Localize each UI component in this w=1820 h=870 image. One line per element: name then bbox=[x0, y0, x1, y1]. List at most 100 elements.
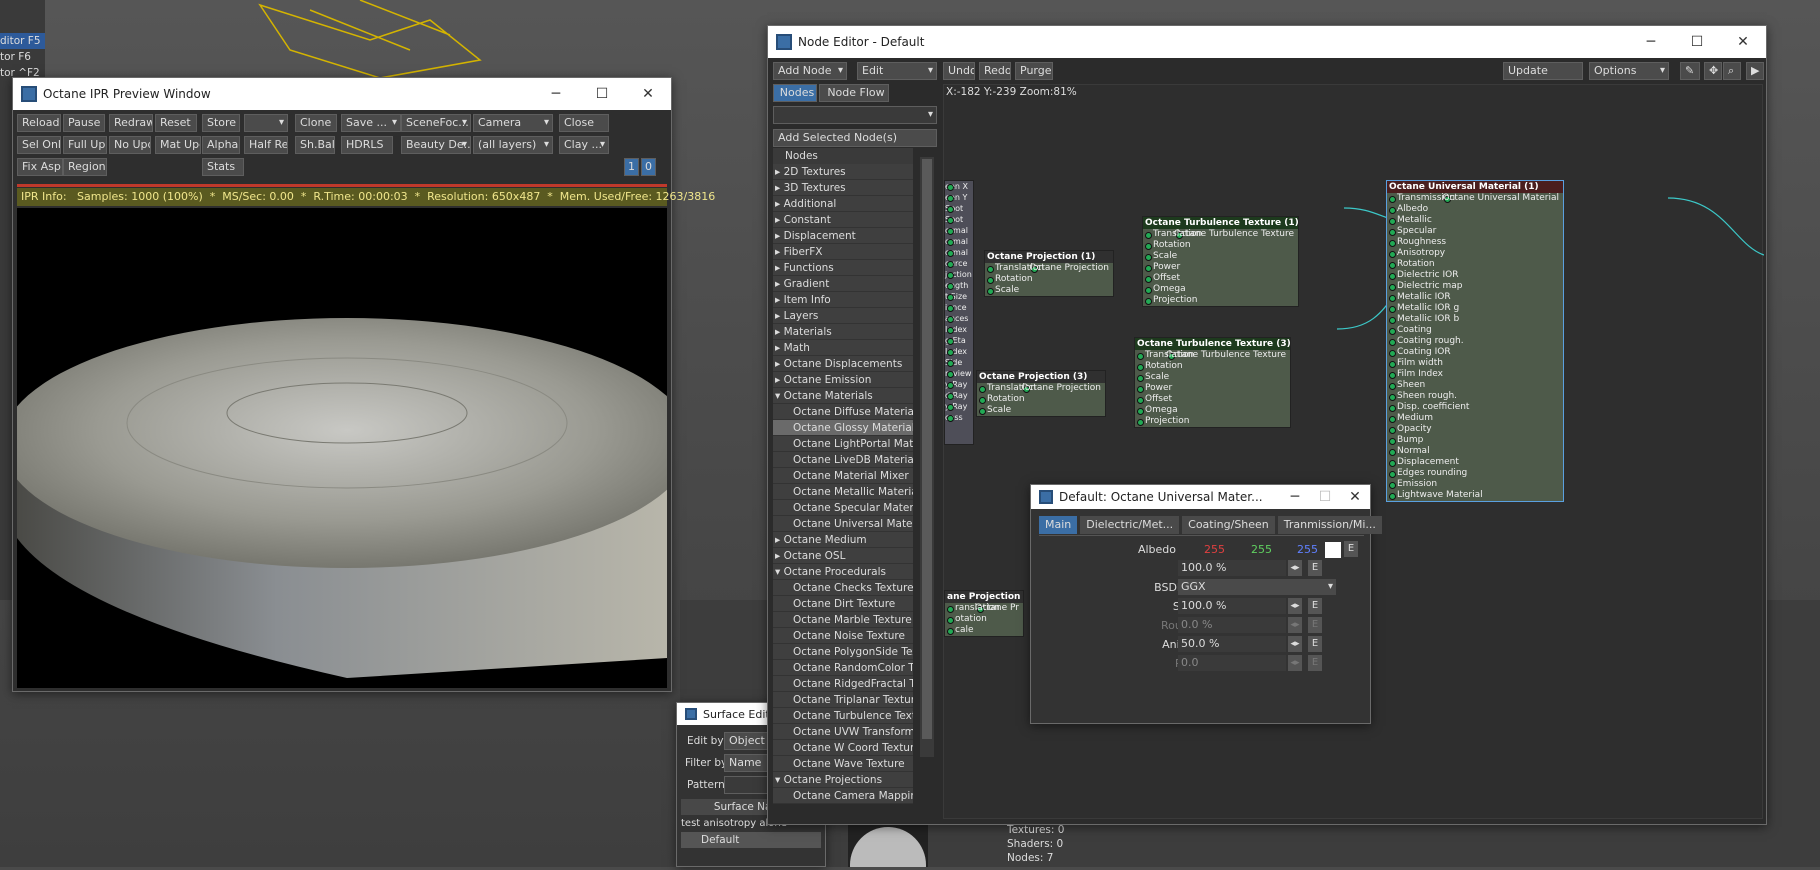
stepper-arrows-icon[interactable]: ◂▸ bbox=[1288, 617, 1302, 633]
albedo-color-swatch[interactable] bbox=[1325, 542, 1341, 558]
tab-coating-sheen[interactable]: Coating/Sheen bbox=[1182, 516, 1275, 534]
node-input-port[interactable]: Metallic IOR bbox=[1387, 292, 1563, 303]
node-input-port[interactable]: cale bbox=[945, 625, 1023, 636]
node-input-port[interactable]: Scale bbox=[1135, 372, 1290, 383]
tree-item[interactable]: Octane Noise Texture bbox=[773, 628, 913, 644]
node-input-port[interactable]: Edges rounding bbox=[1387, 468, 1563, 479]
node-octane-projection-2[interactable]: ane Projection (2)Octane Prranslationota… bbox=[944, 590, 1024, 637]
add-selected-nodes-button[interactable]: Add Selected Node(s) bbox=[773, 129, 937, 147]
node-input-port[interactable]: Dielectric IOR bbox=[1387, 270, 1563, 281]
node-search-field[interactable] bbox=[773, 106, 937, 124]
ipr-btn-hdrls[interactable]: HDRLS bbox=[341, 136, 393, 154]
ipr-btn-sh-ball[interactable]: Sh.Ball bbox=[295, 136, 335, 154]
stepper-arrows-icon[interactable]: ◂▸ bbox=[1288, 598, 1302, 614]
node-editor-titlebar[interactable]: Node Editor - Default ─ ☐ ✕ bbox=[768, 26, 1766, 58]
node-input-port[interactable]: Projection bbox=[1135, 416, 1290, 427]
envelope-button[interactable]: E bbox=[1308, 655, 1322, 671]
minimize-icon[interactable]: ─ bbox=[1280, 489, 1310, 505]
node-input-port[interactable]: Metallic IOR b bbox=[1387, 314, 1563, 325]
tree-item[interactable]: Octane Dirt Texture bbox=[773, 596, 913, 612]
node-port[interactable]: ances bbox=[945, 313, 973, 324]
add-node-button[interactable]: Add Node bbox=[773, 62, 847, 80]
node-port[interactable]: Index bbox=[945, 346, 973, 357]
tree-item[interactable]: Octane RidgedFractal Te bbox=[773, 676, 913, 692]
node-input-port[interactable]: Disp. coefficient bbox=[1387, 402, 1563, 413]
ipr-btn-clay-[interactable]: Clay ... bbox=[559, 136, 609, 154]
node-port[interactable]: ource bbox=[945, 258, 973, 269]
undo-button[interactable]: Undo bbox=[943, 62, 975, 80]
expand-arrow-icon[interactable]: ▶ bbox=[1746, 62, 1764, 80]
strip-item[interactable]: ditor F5 bbox=[0, 33, 45, 49]
albedo-r[interactable]: 255 bbox=[1204, 540, 1225, 559]
ipr-btn-close[interactable]: Close bbox=[559, 114, 609, 132]
node-input-port[interactable]: Normal bbox=[1387, 446, 1563, 457]
zoom-icon[interactable]: ⌕ bbox=[1723, 62, 1741, 80]
maximize-icon[interactable]: ☐ bbox=[579, 86, 625, 102]
strip-item[interactable]: tor F6 bbox=[0, 49, 45, 65]
ipr-btn-sel-only[interactable]: Sel Only bbox=[17, 136, 61, 154]
node-input-port[interactable]: Sheen bbox=[1387, 380, 1563, 391]
envelope-button[interactable]: E bbox=[1308, 636, 1322, 652]
node-octane-projection-1[interactable]: Octane Projection (1) Octane Projection Tr… bbox=[984, 250, 1114, 297]
prop-value[interactable]: 100.0 % bbox=[1178, 598, 1286, 614]
tree-item[interactable]: ▸ Octane Emission bbox=[773, 372, 913, 388]
node-port[interactable]: Spot bbox=[945, 203, 973, 214]
tab-main[interactable]: Main bbox=[1039, 516, 1078, 534]
node-port[interactable]: ormal bbox=[945, 236, 973, 247]
node-port[interactable]: een X bbox=[945, 181, 973, 192]
node-input-port[interactable]: Metallic IOR g bbox=[1387, 303, 1563, 314]
node-input-port[interactable]: ranslation bbox=[945, 603, 1023, 614]
move-icon[interactable]: ✥ bbox=[1704, 62, 1722, 80]
node-octane-projection-3[interactable]: Octane Projection (3) Octane Projection Tr… bbox=[976, 370, 1106, 417]
tree-scrollbar[interactable] bbox=[920, 157, 934, 757]
node-input-port[interactable]: Projection bbox=[1143, 295, 1298, 306]
ipr-btn-beauty-de-[interactable]: Beauty De... bbox=[401, 136, 471, 154]
tree-item[interactable]: ▸ Item Info bbox=[773, 292, 913, 308]
surface-default-item[interactable]: Default bbox=[681, 832, 821, 848]
prop-value[interactable]: 50.0 % bbox=[1178, 636, 1286, 652]
node-input-port[interactable]: Rotation bbox=[1387, 259, 1563, 270]
ipr-btn-clone[interactable]: Clone bbox=[295, 114, 337, 132]
ipr-counter[interactable]: 0 bbox=[641, 158, 656, 176]
node-port[interactable]: Index bbox=[945, 324, 973, 335]
update-button[interactable]: Update bbox=[1503, 62, 1583, 80]
node-port[interactable]: t Size bbox=[945, 291, 973, 302]
tree-item[interactable]: ▸ Materials bbox=[773, 324, 913, 340]
node-input-port[interactable]: Rotation bbox=[1143, 240, 1298, 251]
node-input-port[interactable]: Metallic bbox=[1387, 215, 1563, 226]
node-input-port[interactable]: Displacement bbox=[1387, 457, 1563, 468]
tree-item[interactable]: Octane Marble Texture bbox=[773, 612, 913, 628]
node-input-port[interactable]: Omega bbox=[1143, 284, 1298, 295]
tree-item[interactable]: Octane RandomColor Te bbox=[773, 660, 913, 676]
node-port[interactable]: Side bbox=[945, 357, 973, 368]
ipr-counter[interactable]: 1 bbox=[624, 158, 639, 176]
ipr-btn--all-layers-[interactable]: (all layers) bbox=[473, 136, 553, 154]
envelope-button[interactable]: E bbox=[1308, 560, 1322, 576]
node-universal-material[interactable]: Octane Universal Material (1) Octane Univ… bbox=[1386, 180, 1564, 502]
ipr-btn-no-upd-[interactable]: No Upd. bbox=[109, 136, 151, 154]
node-input-port[interactable]: Film width bbox=[1387, 358, 1563, 369]
tree-item[interactable]: ▸ Gradient bbox=[773, 276, 913, 292]
stepper-arrows-icon[interactable]: ◂▸ bbox=[1288, 636, 1302, 652]
close-icon[interactable]: ✕ bbox=[1340, 489, 1370, 505]
albedo-b[interactable]: 255 bbox=[1297, 540, 1318, 559]
node-port[interactable]: y Ray bbox=[945, 401, 973, 412]
tab-tranmission-mi-[interactable]: Tranmission/Mi... bbox=[1277, 516, 1382, 534]
node-input-port[interactable]: Translation bbox=[985, 263, 1113, 274]
node-input-port[interactable]: Emission bbox=[1387, 479, 1563, 490]
ipr-btn-scenefoc-[interactable]: SceneFoc... bbox=[401, 114, 471, 132]
tree-item[interactable]: Octane LiveDB Material bbox=[773, 452, 913, 468]
node-input-port[interactable]: otation bbox=[945, 614, 1023, 625]
tree-item[interactable]: ▾ Octane Procedurals bbox=[773, 564, 913, 580]
node-partial-left[interactable]: een Xeen Y Spot Spot ormal ormal ormal ource je… bbox=[944, 180, 974, 445]
tree-item[interactable]: ▸ Octane Displacements bbox=[773, 356, 913, 372]
node-turbulence-texture-3[interactable]: Octane Turbulence Texture (3) Octane Turb… bbox=[1134, 337, 1291, 428]
node-input-port[interactable]: Coating bbox=[1387, 325, 1563, 336]
ipr-btn-reset[interactable]: Reset bbox=[155, 114, 197, 132]
node-input-port[interactable]: Lightwave Material bbox=[1387, 490, 1563, 501]
tree-item[interactable]: ▸ Octane OSL bbox=[773, 548, 913, 564]
node-input-port[interactable]: Power bbox=[1135, 383, 1290, 394]
tree-item[interactable]: Octane Glossy Material bbox=[773, 420, 913, 436]
bsdf-model-select[interactable]: GGX bbox=[1178, 579, 1336, 595]
tree-item[interactable]: Octane W Coord Texture bbox=[773, 740, 913, 756]
